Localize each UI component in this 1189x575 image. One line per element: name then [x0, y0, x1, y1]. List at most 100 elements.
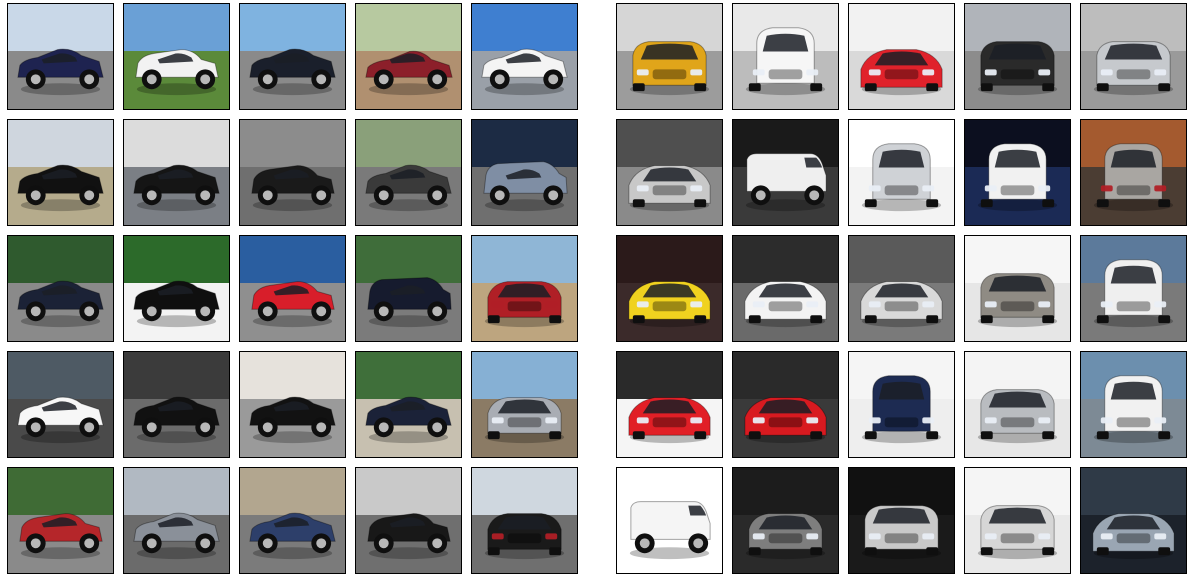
car-light [922, 301, 935, 308]
car-wheel [980, 431, 993, 440]
car-wheel-rim [378, 74, 389, 85]
car-wheel-rim [84, 422, 95, 433]
car-light [690, 301, 703, 308]
car-photo-tile [123, 351, 230, 458]
car-wheel-rim [200, 74, 211, 85]
car-photo-tile [964, 119, 1071, 226]
car-grille [768, 69, 803, 80]
car-grille [1000, 417, 1035, 428]
car-grille [768, 533, 803, 544]
car-light [1038, 533, 1051, 540]
car-photo-tile [848, 3, 955, 110]
car-photo-tile [732, 119, 839, 226]
car-photo-tile [123, 119, 230, 226]
car-grille [507, 301, 542, 312]
car-wheel-rim [755, 190, 766, 201]
car-photo-tile [7, 467, 114, 574]
car-wheel-rim [494, 74, 505, 85]
car-wheel [487, 431, 500, 440]
car-illustration [365, 50, 453, 96]
car-illustration [483, 161, 568, 212]
car-wheel [810, 315, 823, 324]
car-wheel [748, 431, 761, 440]
car-photo-tile [964, 467, 1071, 574]
car-wheel-rim [548, 74, 559, 85]
car-wheel-rim [548, 190, 559, 201]
car-light [984, 417, 997, 424]
car-photo-tile [732, 467, 839, 574]
car-wheel-rim [262, 74, 273, 85]
car-light [1154, 185, 1167, 192]
car-windshield [640, 43, 699, 60]
car-photo-tile [471, 467, 578, 574]
car-illustration [17, 280, 104, 328]
car-windshield [874, 51, 929, 66]
car-light [922, 185, 935, 192]
car-wheel-rim [378, 538, 389, 549]
car-windshield [1104, 43, 1163, 60]
car-wheel [810, 83, 823, 92]
car-wheel-rim [316, 422, 327, 433]
car-wheel [926, 83, 939, 92]
car-illustration [977, 143, 1058, 212]
car-photo-tile [1080, 3, 1187, 110]
car-wheel [1158, 431, 1171, 440]
car-grille [652, 301, 687, 312]
car-windshield [758, 283, 813, 298]
car-wheel-rim [262, 306, 273, 317]
car-wheel-rim [84, 190, 95, 201]
car-light [922, 69, 935, 76]
car-wheel-rim [639, 538, 650, 549]
car-illustration [744, 281, 827, 328]
car-illustration [1093, 41, 1174, 96]
car-illustration [745, 27, 826, 96]
car-wheel-rim [262, 422, 273, 433]
car-illustration [1093, 375, 1174, 444]
car-light [1154, 417, 1167, 424]
car-illustration [745, 153, 827, 212]
car-wheel [632, 199, 645, 208]
car-windshield [878, 381, 925, 400]
car-photo-tile [7, 119, 114, 226]
car-wheel [1158, 83, 1171, 92]
car-wheel [926, 199, 939, 208]
car-illustration [249, 396, 336, 444]
car-grille [768, 301, 803, 312]
car-photo-tile [616, 3, 723, 110]
car-wheel [1042, 431, 1055, 440]
car-illustration [860, 49, 943, 96]
car-wheel [487, 547, 500, 556]
car-wheel-rim [84, 306, 95, 317]
car-wheel-rim [809, 190, 820, 201]
car-photo-tile [239, 235, 346, 342]
car-wheel [1096, 547, 1109, 556]
car-wheel [864, 315, 877, 324]
car-wheel [864, 199, 877, 208]
car-wheel-rim [30, 190, 41, 201]
car-wheel [810, 547, 823, 556]
car-photo-tile [616, 235, 723, 342]
car-illustration [484, 281, 565, 328]
car-grille [884, 533, 919, 544]
car-grille [652, 417, 687, 428]
car-wheel [632, 431, 645, 440]
car-light [752, 417, 765, 424]
car-wheel [1042, 83, 1055, 92]
car-wheel-rim [200, 422, 211, 433]
car-light [868, 185, 881, 192]
car-light [1100, 417, 1113, 424]
car-wheel [1042, 199, 1055, 208]
car-light [922, 533, 935, 540]
car-light [690, 417, 703, 424]
car-illustration [745, 513, 826, 560]
car-illustration [249, 48, 336, 96]
car-grille [1116, 533, 1151, 544]
car-wheel-rim [30, 306, 41, 317]
car-illustration [367, 513, 451, 560]
car-grille [1116, 301, 1151, 312]
car-grille [507, 417, 542, 428]
car-photo-tile [964, 235, 1071, 342]
car-windshield [1110, 265, 1157, 284]
car-wheel-rim [432, 74, 443, 85]
car-light [922, 417, 935, 424]
